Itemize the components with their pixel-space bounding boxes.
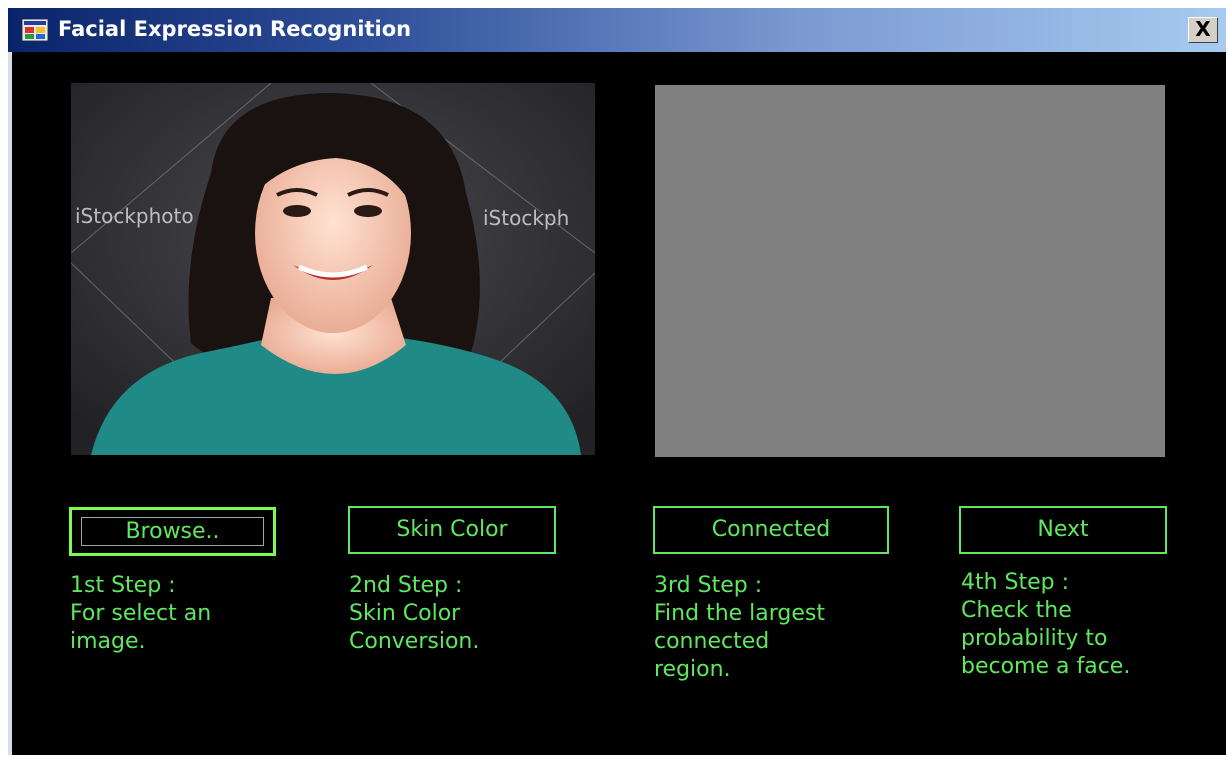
next-button[interactable]: Next (959, 506, 1167, 554)
step4-description: 4th Step : Check the probability to beco… (961, 570, 1131, 679)
step3-description: 3rd Step : Find the largest connected re… (654, 573, 826, 682)
input-image: iStockphoto iStockph (71, 83, 595, 455)
output-image-panel (655, 85, 1165, 457)
browse-button[interactable]: Browse.. (69, 507, 276, 556)
step1-description: 1st Step : For select an image. (70, 573, 212, 654)
window-title: Facial Expression Recognition (58, 17, 412, 41)
app-icon (22, 19, 48, 41)
watermark-right: iStockph (483, 206, 569, 230)
title-bar[interactable]: Facial Expression Recognition X (8, 8, 1226, 52)
close-button[interactable]: X (1188, 17, 1218, 43)
skin-color-button[interactable]: Skin Color (348, 506, 556, 554)
watermark-left: iStockphoto (75, 204, 194, 228)
browse-button-label: Browse.. (81, 517, 264, 546)
connected-button[interactable]: Connected (653, 506, 889, 554)
step2-description: 2nd Step : Skin Color Conversion. (349, 573, 480, 654)
close-icon: X (1195, 17, 1211, 41)
